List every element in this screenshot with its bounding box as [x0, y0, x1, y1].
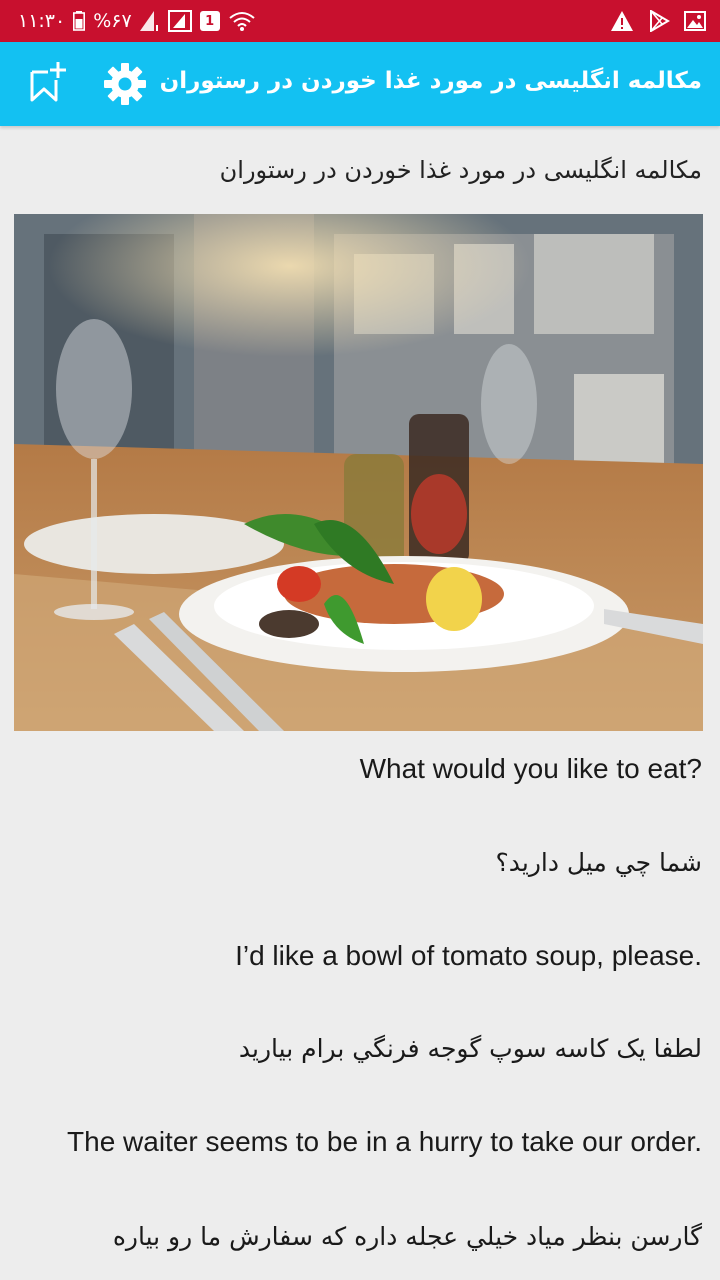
article-content[interactable]: مکالمه انگلیسی در مورد غذا خوردن در رستو… [0, 126, 720, 1280]
dialogue-line-en-1: What would you like to eat? [359, 753, 702, 784]
article-heading: مکالمه انگلیسی در مورد غذا خوردن در رستو… [219, 156, 702, 184]
settings-button[interactable] [103, 62, 147, 106]
app-title: مکالمه انگلیسی در مورد غذا خوردن در رستو… [159, 68, 702, 94]
restaurant-table-illustration [14, 214, 703, 731]
status-time: ۱۱:۳۰ [18, 10, 66, 32]
play-store-icon [648, 10, 670, 32]
gear-icon [104, 63, 146, 105]
restaurant-photo [14, 214, 703, 731]
dialogue-line-fa-3: گارسن بنظر مياد خيلي عجله داره که سفارش … [112, 1222, 702, 1251]
status-left-group: ۱۱:۳۰ %۶۷ 1 [18, 10, 256, 32]
status-bar: ۱۱:۳۰ %۶۷ 1 [0, 0, 720, 42]
dialogue-line-fa-2: لطفا یک کاسه سوپ گوجه فرنگي برام بياريد [238, 1034, 702, 1063]
image-icon [684, 11, 706, 31]
dialogue-line-en-2: I’d like a bowl of tomato soup, please. [235, 940, 702, 971]
wifi-icon [228, 10, 256, 32]
app-bar: مکالمه انگلیسی در مورد غذا خوردن در رستو… [0, 42, 720, 126]
signal-icon-2 [167, 10, 192, 32]
dialogue-line-en-3: The waiter seems to be in a hurry to tak… [67, 1126, 702, 1157]
signal-icon [139, 11, 160, 31]
bookmark-add-button[interactable] [28, 60, 68, 104]
sim-badge: 1 [199, 11, 220, 31]
dialogue-line-fa-1: شما چي ميل داريد؟ [495, 848, 702, 877]
status-right-group [610, 10, 706, 32]
battery-icon [73, 11, 86, 31]
status-battery-percent: %۶۷ [93, 10, 132, 32]
bookmark-add-icon [30, 62, 66, 102]
warning-icon [610, 10, 634, 32]
